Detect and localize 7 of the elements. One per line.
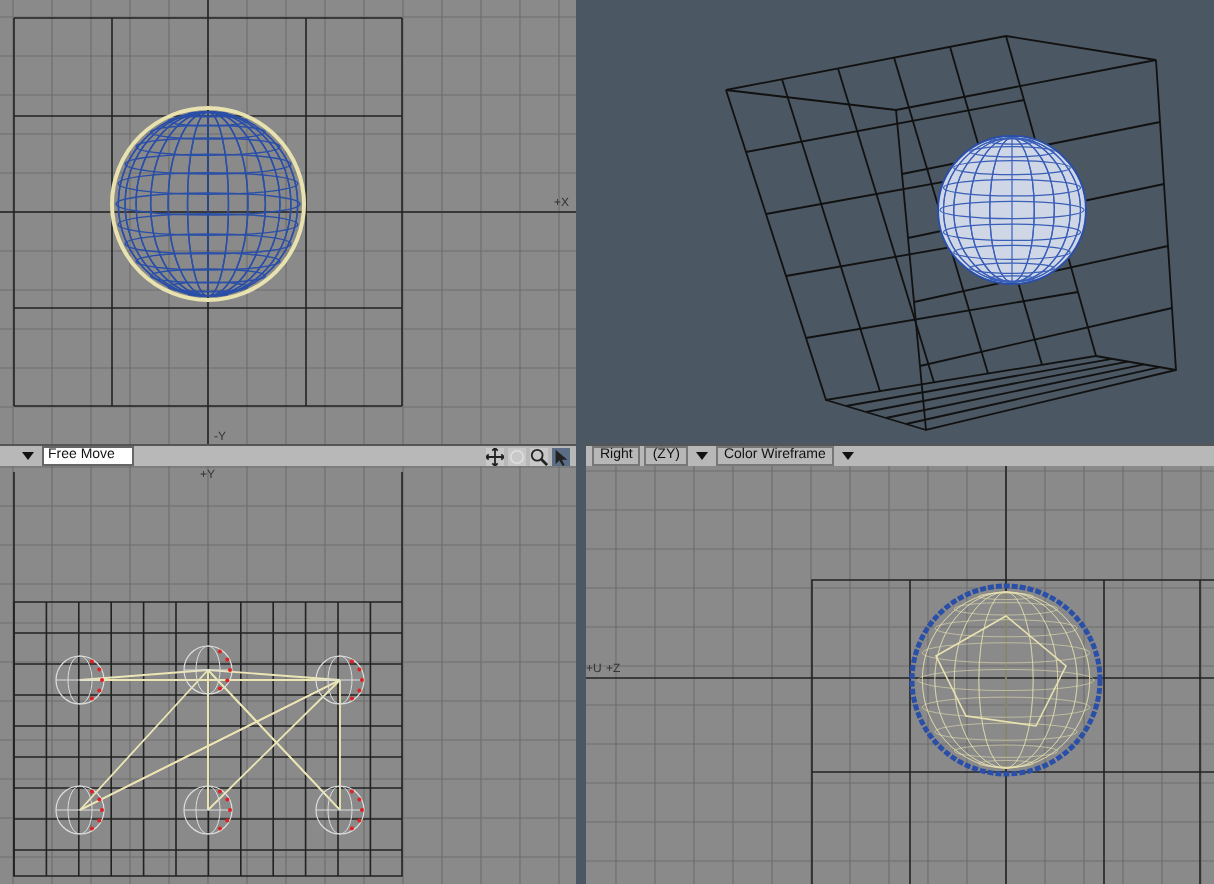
dropdown-arrow-icon[interactable] [695,452,708,460]
perspective-viewport[interactable] [586,0,1214,444]
zoom-icon[interactable] [530,447,548,465]
dropdown-arrow-icon[interactable] [841,452,854,460]
pointer-icon[interactable] [552,447,570,465]
dropdown-arrow-icon[interactable] [22,452,34,460]
move-icon[interactable] [486,447,504,465]
